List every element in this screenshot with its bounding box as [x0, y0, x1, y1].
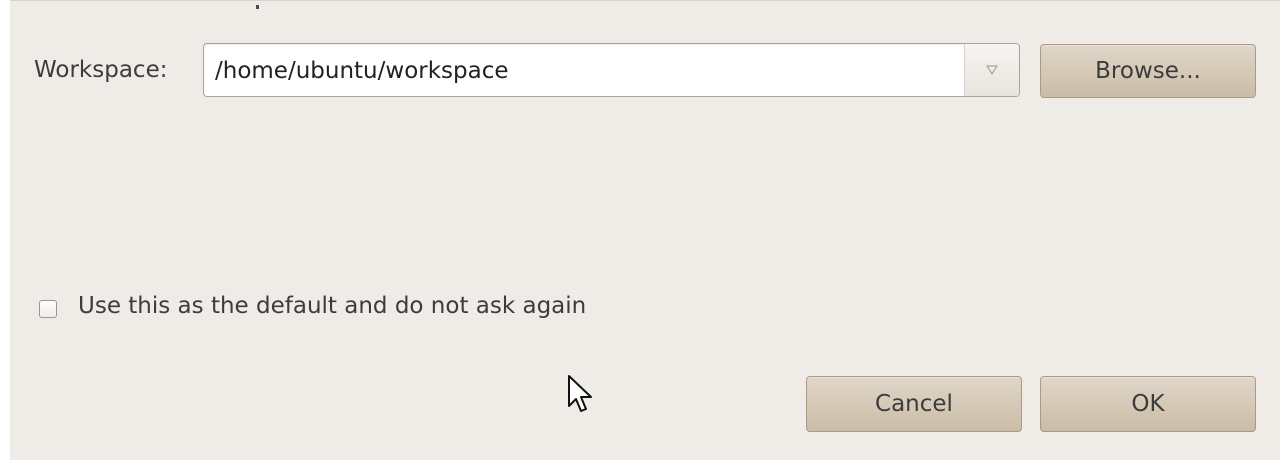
workspace-launcher-dialog: Workspace: /home/ubuntu/workspace Browse… — [10, 0, 1280, 460]
workspace-combo[interactable]: /home/ubuntu/workspace — [203, 43, 1020, 97]
default-workspace-checkbox[interactable] — [39, 300, 57, 318]
browse-button[interactable]: Browse... — [1040, 44, 1256, 98]
workspace-dropdown-button[interactable] — [965, 44, 1019, 96]
workspace-label: Workspace: — [34, 57, 168, 83]
mouse-pointer-icon — [567, 374, 595, 416]
default-workspace-label[interactable]: Use this as the default and do not ask a… — [78, 289, 586, 323]
workspace-path-input[interactable]: /home/ubuntu/workspace — [215, 54, 509, 88]
ok-button[interactable]: OK — [1040, 376, 1256, 432]
cancel-button[interactable]: Cancel — [806, 376, 1022, 432]
cropped-title-fragment — [250, 1, 280, 9]
triangle-down-icon — [986, 65, 998, 75]
